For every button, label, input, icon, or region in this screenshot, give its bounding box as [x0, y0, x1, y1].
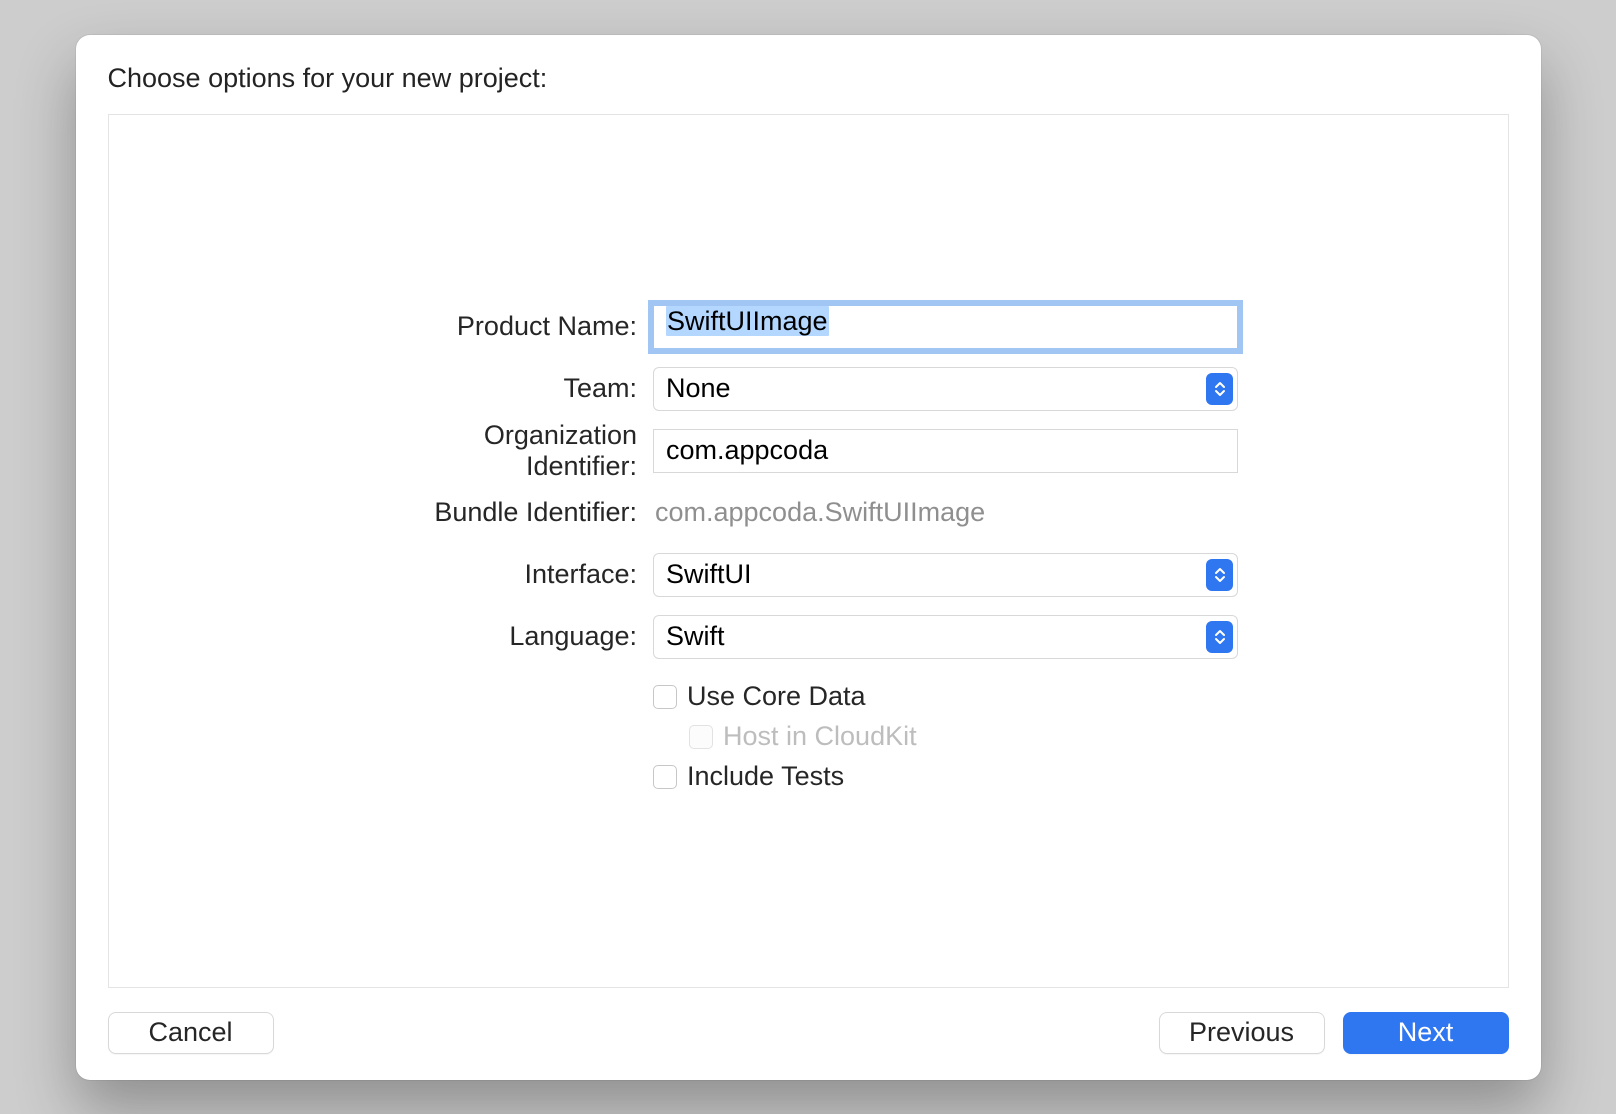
previous-button[interactable]: Previous: [1159, 1012, 1325, 1054]
product-name-input[interactable]: SwiftUIImage: [653, 305, 1238, 349]
team-value: None: [666, 373, 731, 404]
next-button[interactable]: Next: [1343, 1012, 1509, 1054]
bundle-identifier-value: com.appcoda.SwiftUIImage: [653, 491, 1238, 535]
host-cloudkit-label: Host in CloudKit: [723, 721, 917, 752]
chevron-up-down-icon: [1206, 373, 1233, 405]
interface-value: SwiftUI: [666, 559, 752, 590]
interface-row: Interface: SwiftUI: [378, 553, 1238, 597]
product-name-row: Product Name: SwiftUIImage: [378, 305, 1238, 349]
form-area: Product Name: SwiftUIImage Team: None: [378, 305, 1238, 797]
team-label: Team:: [378, 373, 653, 404]
use-core-data-checkbox[interactable]: [653, 685, 677, 709]
new-project-options-dialog: Choose options for your new project: Pro…: [76, 35, 1541, 1080]
language-label: Language:: [378, 621, 653, 652]
org-identifier-label: Organization Identifier:: [378, 420, 653, 482]
bundle-identifier-row: Bundle Identifier: com.appcoda.SwiftUIIm…: [378, 491, 1238, 535]
chevron-up-down-icon: [1206, 559, 1233, 591]
org-identifier-row: Organization Identifier:: [378, 429, 1238, 473]
dialog-footer: Cancel Previous Next: [108, 988, 1509, 1054]
interface-select[interactable]: SwiftUI: [653, 553, 1238, 597]
chevron-up-down-icon: [1206, 621, 1233, 653]
bundle-identifier-label: Bundle Identifier:: [378, 497, 653, 528]
language-row: Language: Swift: [378, 615, 1238, 659]
use-core-data-row: Use Core Data: [653, 677, 1238, 717]
language-select[interactable]: Swift: [653, 615, 1238, 659]
interface-label: Interface:: [378, 559, 653, 590]
host-cloudkit-row: Host in CloudKit: [653, 717, 1238, 757]
content-panel: Product Name: SwiftUIImage Team: None: [108, 114, 1509, 988]
include-tests-row: Include Tests: [653, 757, 1238, 797]
team-row: Team: None: [378, 367, 1238, 411]
checkbox-section: Use Core Data Host in CloudKit Include T…: [653, 677, 1238, 797]
host-cloudkit-checkbox: [689, 725, 713, 749]
include-tests-checkbox[interactable]: [653, 765, 677, 789]
product-name-value: SwiftUIImage: [666, 306, 829, 336]
footer-right: Previous Next: [1159, 1012, 1509, 1054]
product-name-label: Product Name:: [378, 311, 653, 342]
include-tests-label: Include Tests: [687, 761, 844, 792]
org-identifier-input[interactable]: [653, 429, 1238, 473]
language-value: Swift: [666, 621, 725, 652]
team-select[interactable]: None: [653, 367, 1238, 411]
dialog-title: Choose options for your new project:: [108, 63, 1509, 94]
use-core-data-label: Use Core Data: [687, 681, 866, 712]
cancel-button[interactable]: Cancel: [108, 1012, 274, 1054]
